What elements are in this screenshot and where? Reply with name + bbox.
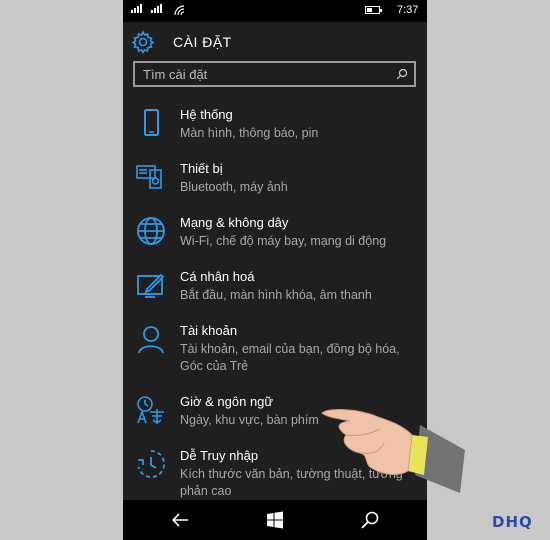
time-language-icon xyxy=(135,394,167,426)
wifi-icon xyxy=(174,5,185,16)
search-icon[interactable] xyxy=(396,68,408,80)
item-title: Hệ thống xyxy=(180,107,233,122)
pointing-hand-icon xyxy=(321,409,465,493)
item-title: Tài khoản xyxy=(180,323,238,338)
settings-item-personalization[interactable]: Cá nhân hoá Bắt đầu, màn hình khóa, âm t… xyxy=(123,263,427,317)
item-subtitle: Bluetooth, máy ảnh xyxy=(180,180,288,194)
page-title: CÀI ĐẶT xyxy=(173,34,232,50)
search-icon[interactable] xyxy=(360,510,380,530)
devices-icon xyxy=(135,161,167,193)
item-title: Cá nhân hoá xyxy=(180,269,255,284)
windows-start-icon[interactable] xyxy=(265,510,285,530)
personalize-icon xyxy=(135,269,167,301)
item-title: Giờ & ngôn ngữ xyxy=(180,394,274,409)
person-icon xyxy=(135,323,167,355)
status-bar: 7:37 xyxy=(123,0,427,22)
phone-icon xyxy=(135,107,167,139)
gear-icon xyxy=(131,30,155,54)
battery-icon xyxy=(365,6,382,14)
item-title: Thiết bị xyxy=(180,161,223,176)
status-time: 7:37 xyxy=(397,4,419,16)
ease-of-access-icon xyxy=(135,448,167,480)
navigation-bar xyxy=(123,500,427,540)
settings-item-system[interactable]: Hệ thống Màn hình, thông báo, pin xyxy=(123,101,427,155)
globe-icon xyxy=(135,215,167,247)
signal-strength-icon xyxy=(131,4,142,13)
item-subtitle: Tài khoản, email của bạn, đồng bộ hóa, G… xyxy=(180,342,400,373)
item-subtitle: Wi-Fi, chế độ máy bay, mạng di động xyxy=(180,234,387,248)
settings-item-accounts[interactable]: Tài khoản Tài khoản, email của bạn, đồng… xyxy=(123,317,427,373)
watermark-logo: DHQ xyxy=(492,513,533,531)
item-subtitle: Màn hình, thông báo, pin xyxy=(180,126,319,140)
settings-header: CÀI ĐẶT xyxy=(131,30,232,54)
settings-item-devices[interactable]: Thiết bị Bluetooth, máy ảnh xyxy=(123,155,427,209)
back-icon[interactable] xyxy=(170,510,190,530)
signal-strength-icon xyxy=(151,4,162,13)
item-subtitle: Bắt đầu, màn hình khóa, âm thanh xyxy=(180,288,372,302)
settings-item-network[interactable]: Mạng & không dây Wi-Fi, chế độ máy bay, … xyxy=(123,209,427,263)
search-input[interactable] xyxy=(135,63,375,85)
item-title: Dễ Truy nhập xyxy=(180,448,259,463)
search-box[interactable] xyxy=(133,61,416,87)
item-title: Mạng & không dây xyxy=(180,215,289,230)
